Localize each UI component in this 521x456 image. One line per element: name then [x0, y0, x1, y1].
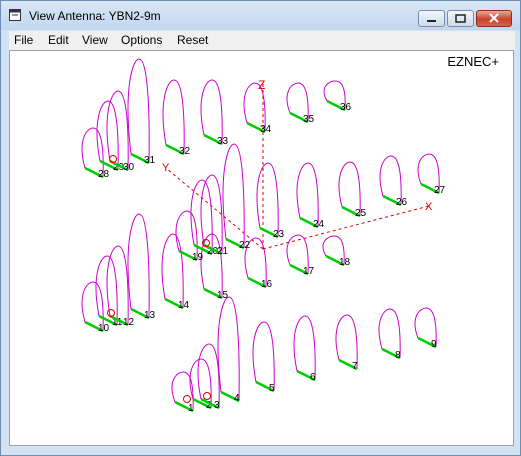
- element-number: 7: [352, 361, 358, 372]
- element-number: 25: [355, 208, 367, 219]
- pattern-lobe: [252, 321, 275, 392]
- antenna-element-9: 9: [414, 307, 437, 350]
- element-number: 19: [192, 252, 204, 263]
- element-number: 5: [269, 383, 275, 394]
- pattern-lobe: [161, 233, 184, 309]
- x-axis-label: X: [425, 201, 433, 213]
- menu-options[interactable]: Options: [121, 33, 162, 47]
- element-number: 27: [434, 185, 446, 196]
- element-number: 21: [217, 246, 229, 257]
- elements-group: 1 2 34567891011 121314151617181920212223242…: [81, 58, 446, 414]
- element-number: 33: [217, 136, 229, 147]
- antenna-3d-plot: ZYX 1 2 34567891011 12131415161718192021222…: [81, 58, 446, 414]
- antenna-element-18: 18: [322, 235, 351, 268]
- element-number: 30: [123, 162, 135, 173]
- antenna-element-17: 17: [286, 234, 315, 277]
- antenna-view-canvas[interactable]: EZNEC+ ZYX 1 2 3 4 5 6 7 8 9 10 11 12 13 14 15 16 17 18 19…: [9, 50, 514, 446]
- antenna-element-32: 32: [162, 79, 191, 157]
- antenna-element-4: 4: [217, 296, 240, 404]
- element-number: 6: [310, 372, 316, 383]
- antenna-element-6: 6: [293, 315, 316, 383]
- menu-file[interactable]: File: [14, 33, 33, 47]
- element-number: 9: [431, 339, 437, 350]
- element-number: 10: [98, 323, 110, 334]
- element-number: 36: [340, 102, 352, 113]
- element-number: 26: [396, 197, 408, 208]
- close-button[interactable]: [476, 10, 512, 27]
- pattern-lobe: [222, 143, 245, 249]
- close-icon: [489, 13, 499, 23]
- element-number: 32: [179, 146, 191, 157]
- menu-bar: File Edit View Options Reset: [9, 31, 515, 50]
- antenna-element-24: 24: [296, 162, 325, 230]
- pattern-lobe: [197, 343, 220, 409]
- element-number: 18: [339, 257, 351, 268]
- menu-view[interactable]: View: [82, 33, 108, 47]
- app-window: View Antenna: YBN2-9m File Edit View Opt…: [0, 0, 521, 456]
- title-bar: View Antenna: YBN2-9m: [1, 1, 520, 30]
- maximize-button[interactable]: [447, 10, 474, 27]
- element-number: 31: [144, 155, 156, 166]
- maximize-icon: [455, 14, 466, 23]
- antenna-element-25: 25: [338, 161, 367, 219]
- pattern-lobe: [127, 213, 150, 319]
- element-number: 14: [178, 300, 190, 311]
- pattern-lobe: [256, 162, 279, 238]
- x-axis: [262, 205, 430, 250]
- element-number: 13: [144, 310, 156, 321]
- antenna-element-1: 1: [171, 371, 194, 414]
- pattern-lobe: [200, 79, 223, 145]
- element-number: 23: [273, 229, 285, 240]
- source-marker: [183, 395, 191, 403]
- antenna-element-33: 33: [200, 79, 229, 147]
- antenna-element-36: 36: [323, 80, 352, 113]
- antenna-element-22: 22: [222, 143, 251, 251]
- menu-edit[interactable]: Edit: [48, 33, 69, 47]
- window-title: View Antenna: YBN2-9m: [29, 9, 161, 23]
- pattern-lobe: [162, 79, 185, 155]
- element-number: 4: [234, 393, 240, 404]
- minimize-icon: [427, 20, 436, 22]
- brand-label: EZNEC+: [447, 54, 499, 69]
- axes-group: ZYX: [162, 78, 433, 250]
- element-number: 16: [261, 279, 273, 290]
- element-number: 24: [313, 219, 325, 230]
- source-marker: [203, 392, 211, 400]
- app-icon: [9, 9, 21, 21]
- y-axis: [165, 167, 264, 250]
- antenna-element-5: 5: [252, 321, 275, 394]
- antenna-element-7: 7: [335, 314, 358, 372]
- element-number: 22: [239, 240, 251, 251]
- element-number: 28: [98, 169, 110, 180]
- element-number: 34: [260, 124, 272, 135]
- element-number: 1: [188, 403, 194, 414]
- antenna-element-35: 35: [286, 82, 315, 125]
- antenna-element-23: 23: [256, 162, 285, 240]
- antenna-element-15: 15: [200, 233, 229, 301]
- antenna-element-21: 21: [200, 174, 229, 257]
- antenna-element-11: 11: [95, 255, 123, 328]
- antenna-element-8: 8: [378, 308, 401, 361]
- antenna-element-31: 31: [127, 58, 156, 166]
- pattern-lobe: [127, 58, 150, 164]
- antenna-element-13: 13: [127, 213, 156, 321]
- antenna-element-26: 26: [379, 155, 408, 208]
- element-number: 15: [217, 290, 229, 301]
- element-number: 12: [123, 317, 135, 328]
- antenna-element-27: 27: [417, 153, 446, 196]
- antenna-element-28: 28: [81, 127, 110, 180]
- element-number: 17: [303, 266, 315, 277]
- pattern-lobe: [293, 315, 316, 381]
- menu-reset[interactable]: Reset: [177, 33, 208, 47]
- pattern-lobe: [217, 296, 240, 402]
- y-axis-label: Y: [162, 162, 170, 174]
- antenna-element-14: 14: [161, 233, 190, 311]
- minimize-button[interactable]: [418, 10, 445, 27]
- element-number: 3: [214, 400, 220, 411]
- antenna-element-19: 19: [175, 210, 204, 263]
- element-number: 8: [395, 350, 401, 361]
- element-number: 35: [303, 114, 315, 125]
- pattern-lobe: [296, 162, 319, 228]
